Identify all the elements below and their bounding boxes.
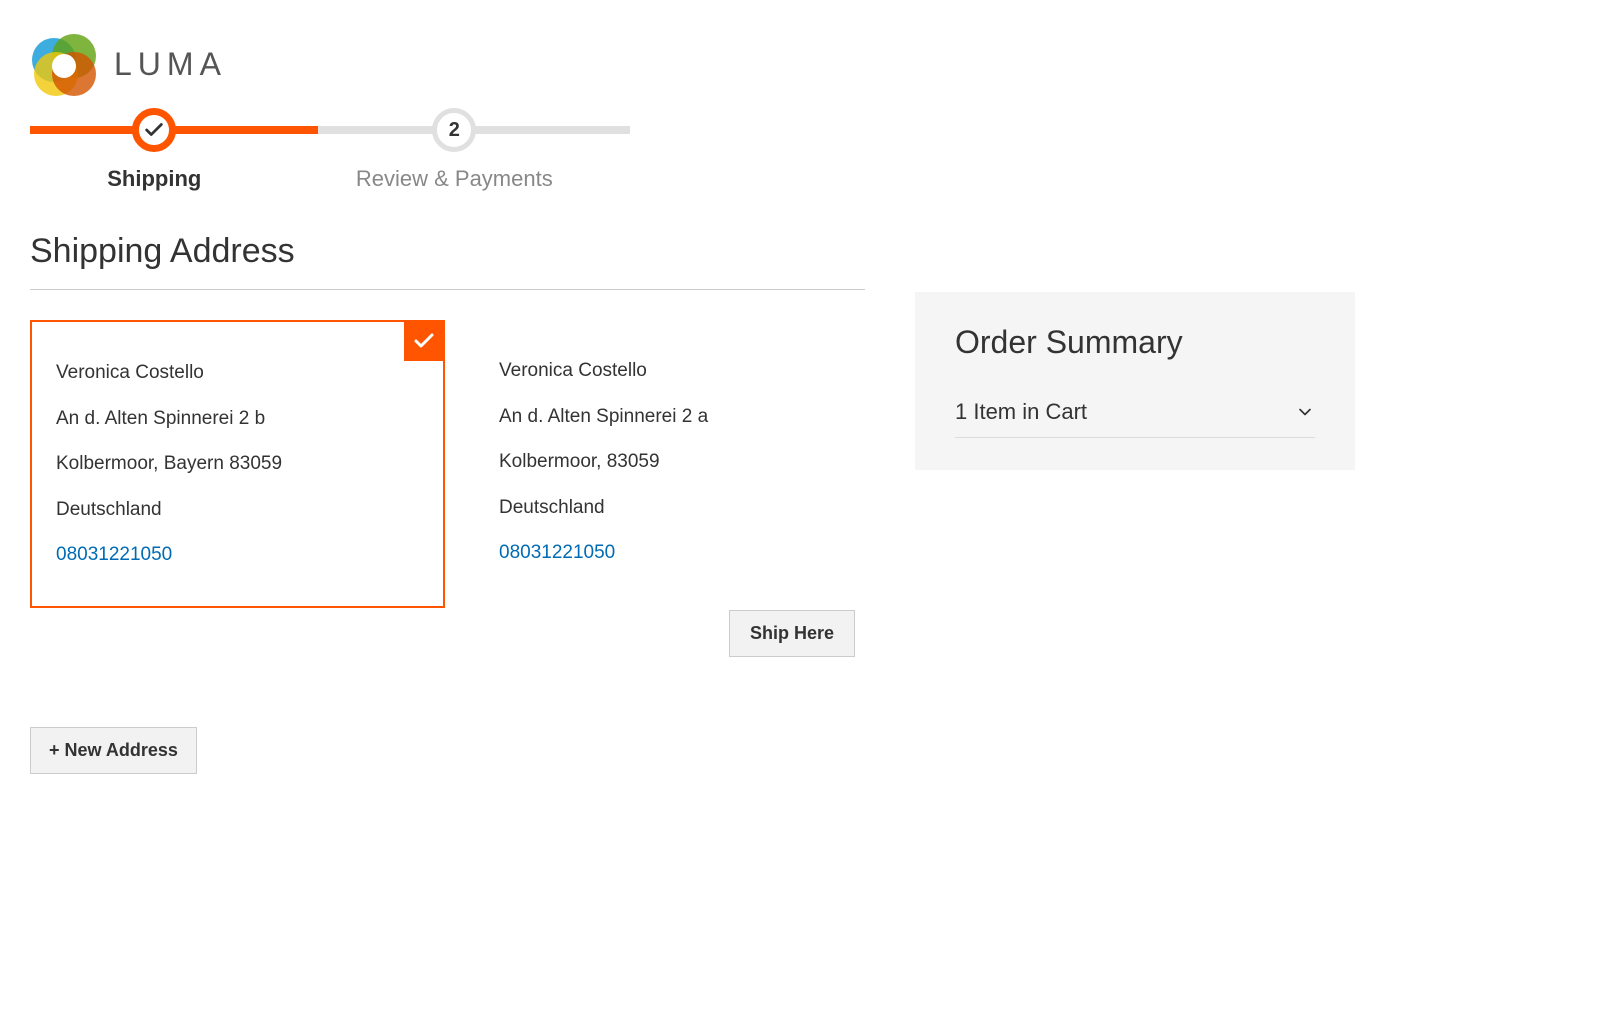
step-shipping-label: Shipping — [107, 166, 201, 192]
order-summary-panel: Order Summary 1 Item in Cart — [915, 292, 1355, 470]
chevron-down-icon — [1295, 402, 1315, 422]
address-street: An d. Alten Spinnerei 2 b — [56, 396, 419, 442]
new-address-button[interactable]: + New Address — [30, 727, 197, 774]
step-review-payments[interactable]: 2 Review & Payments — [356, 108, 553, 192]
step-review-label: Review & Payments — [356, 166, 553, 192]
address-name: Veronica Costello — [56, 350, 419, 396]
checkout-progress: Shipping 2 Review & Payments — [30, 126, 630, 192]
cart-items-label: 1 Item in Cart — [955, 399, 1087, 425]
checkmark-icon — [412, 329, 436, 353]
address-phone-link[interactable]: 08031221050 — [499, 530, 831, 576]
step-review-circle: 2 — [432, 108, 476, 152]
address-card[interactable]: Veronica Costello An d. Alten Spinnerei … — [475, 320, 855, 604]
step-shipping-circle — [132, 108, 176, 152]
address-country: Deutschland — [499, 485, 831, 531]
brand-logo[interactable]: LUMA — [30, 30, 1580, 98]
address-name: Veronica Costello — [499, 348, 831, 394]
step-shipping[interactable]: Shipping — [107, 108, 201, 192]
address-city: Kolbermoor, Bayern 83059 — [56, 441, 419, 487]
order-summary-title: Order Summary — [955, 324, 1315, 361]
address-country: Deutschland — [56, 487, 419, 533]
address-phone-link[interactable]: 08031221050 — [56, 532, 419, 578]
cart-items-toggle[interactable]: 1 Item in Cart — [955, 387, 1315, 438]
address-card-selected[interactable]: Veronica Costello An d. Alten Spinnerei … — [30, 320, 445, 608]
logo-mark-icon — [30, 30, 98, 98]
address-city: Kolbermoor, 83059 — [499, 439, 831, 485]
page-title: Shipping Address — [30, 232, 865, 290]
checkmark-icon — [143, 119, 165, 141]
brand-name: LUMA — [114, 46, 227, 83]
selected-badge — [404, 321, 444, 361]
ship-here-button[interactable]: Ship Here — [729, 610, 855, 657]
address-street: An d. Alten Spinnerei 2 a — [499, 394, 831, 440]
